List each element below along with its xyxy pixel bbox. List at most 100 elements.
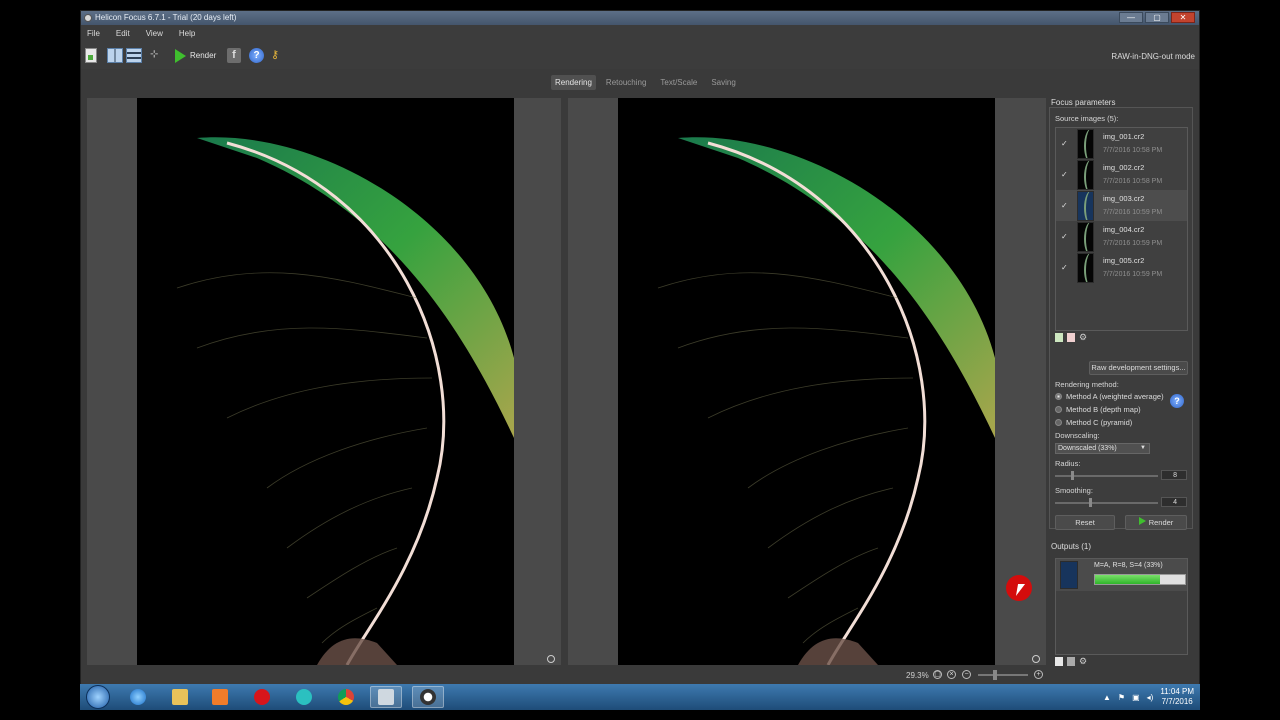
list-item-selected[interactable]: ✓ img_003.cr2 7/7/2016 10:59 PM bbox=[1056, 190, 1187, 221]
checkbox[interactable]: ✓ bbox=[1061, 233, 1068, 241]
rendering-method-label: Rendering method: bbox=[1055, 380, 1119, 389]
downscaling-dropdown[interactable]: Downscaled (33%) ▼ bbox=[1055, 443, 1150, 454]
result-preview-pane[interactable] bbox=[568, 98, 1046, 665]
method-b-radio[interactable]: Method B (depth map) bbox=[1055, 405, 1141, 414]
taskbar-media[interactable] bbox=[204, 686, 236, 708]
source-preview-pane[interactable] bbox=[87, 98, 561, 665]
chrome-icon bbox=[338, 689, 354, 705]
outputs-title: Outputs (1) bbox=[1051, 542, 1092, 551]
method-a-radio[interactable]: Method A (weighted average) bbox=[1055, 392, 1164, 401]
menu-bar: File Edit View Help bbox=[81, 25, 1199, 43]
key-icon[interactable]: ⚷ bbox=[271, 48, 283, 63]
split-view-icon[interactable] bbox=[107, 48, 123, 63]
taskbar-opera[interactable] bbox=[246, 686, 278, 708]
checkbox[interactable]: ✓ bbox=[1061, 171, 1068, 179]
window-title: Helicon Focus 6.7.1 - Trial (20 days lef… bbox=[95, 13, 237, 22]
render-button[interactable]: Render bbox=[1125, 515, 1187, 530]
volume-icon[interactable]: ◂) bbox=[1147, 693, 1154, 702]
thumbnail bbox=[1077, 253, 1094, 283]
facebook-icon[interactable]: f bbox=[227, 48, 241, 63]
tab-saving[interactable]: Saving bbox=[707, 75, 739, 90]
file-date: 7/7/2016 10:58 PM bbox=[1103, 178, 1163, 185]
zoom-out-icon[interactable]: − bbox=[962, 670, 971, 679]
list-item[interactable]: ✓ img_005.cr2 7/7/2016 10:59 PM bbox=[1056, 252, 1187, 283]
tab-retouching[interactable]: Retouching bbox=[602, 75, 650, 90]
tab-text-scale[interactable]: Text/Scale bbox=[656, 75, 701, 90]
tab-rendering[interactable]: Rendering bbox=[551, 75, 596, 90]
window-controls: — ▢ ✕ bbox=[1119, 12, 1195, 23]
flag-icon[interactable]: ⚑ bbox=[1118, 693, 1125, 702]
thumbnail bbox=[1077, 129, 1094, 159]
source-images-list[interactable]: ✓ img_001.cr2 7/7/2016 10:58 PM ✓ img_00… bbox=[1055, 127, 1188, 331]
reset-button[interactable]: Reset bbox=[1055, 515, 1115, 530]
radius-slider[interactable] bbox=[1055, 471, 1158, 480]
zoom-slider[interactable] bbox=[978, 670, 1028, 680]
stack-view-icon[interactable] bbox=[126, 48, 142, 63]
new-document-icon[interactable] bbox=[85, 48, 97, 63]
checkbox[interactable]: ✓ bbox=[1061, 202, 1068, 210]
render-toolbar-button[interactable]: Render bbox=[175, 48, 221, 63]
zoom-actual-icon[interactable]: × bbox=[947, 670, 956, 679]
minimize-button[interactable]: — bbox=[1119, 12, 1143, 23]
raw-development-settings-button[interactable]: Raw development settings... bbox=[1089, 361, 1188, 375]
gear-icon[interactable]: ⚙ bbox=[1079, 333, 1087, 342]
menu-file[interactable]: File bbox=[87, 25, 100, 43]
save-output-icon[interactable] bbox=[1055, 657, 1063, 666]
taskbar-ie[interactable] bbox=[122, 686, 154, 708]
spin-value: 4 bbox=[1173, 499, 1177, 506]
folder-icon bbox=[172, 689, 188, 705]
output-item[interactable]: M=A, R=8, S=4 (33%) bbox=[1056, 559, 1187, 591]
focus-parameters-title: Focus parameters bbox=[1051, 98, 1116, 107]
network-icon[interactable]: ▣ bbox=[1132, 693, 1140, 702]
downscaling-label: Downscaling: bbox=[1055, 431, 1100, 440]
list-item[interactable]: ✓ img_002.cr2 7/7/2016 10:58 PM bbox=[1056, 159, 1187, 190]
close-button[interactable]: ✕ bbox=[1171, 12, 1195, 23]
remove-images-icon[interactable] bbox=[1067, 333, 1075, 342]
mode-icon[interactable]: ⊹ bbox=[150, 48, 164, 63]
focus-parameters-panel: Focus parameters Source images (5): ✓ im… bbox=[1049, 97, 1193, 667]
gear-icon[interactable]: ⚙ bbox=[1079, 657, 1087, 666]
app-icon bbox=[84, 14, 92, 22]
slider-handle[interactable] bbox=[1071, 471, 1074, 480]
clock[interactable]: 11:04 PM 7/7/2016 bbox=[1160, 687, 1194, 707]
add-images-icon[interactable] bbox=[1055, 333, 1063, 342]
checkbox[interactable]: ✓ bbox=[1061, 140, 1068, 148]
outputs-list[interactable]: M=A, R=8, S=4 (33%) bbox=[1055, 558, 1188, 655]
taskbar-chrome[interactable] bbox=[330, 686, 362, 708]
list-item[interactable]: ✓ img_004.cr2 7/7/2016 10:59 PM bbox=[1056, 221, 1187, 252]
taskbar-screen-recorder[interactable] bbox=[370, 686, 402, 708]
render-button-label: Render bbox=[1148, 518, 1174, 527]
zoom-fit-icon[interactable]: ▢ bbox=[933, 670, 942, 679]
method-c-radio[interactable]: Method C (pyramid) bbox=[1055, 418, 1132, 427]
tray-expand-icon[interactable]: ▲ bbox=[1103, 693, 1111, 702]
taskbar-helicon-focus[interactable] bbox=[412, 686, 444, 708]
app-window: Helicon Focus 6.7.1 - Trial (20 days lef… bbox=[80, 10, 1200, 686]
mode-tabs: Rendering Retouching Text/Scale Saving bbox=[551, 75, 740, 90]
delete-output-icon[interactable] bbox=[1067, 657, 1075, 666]
zoom-icon[interactable] bbox=[547, 655, 555, 663]
menu-view[interactable]: View bbox=[146, 25, 163, 43]
help-icon[interactable]: ? bbox=[1170, 394, 1184, 408]
list-item[interactable]: ✓ img_001.cr2 7/7/2016 10:58 PM bbox=[1056, 128, 1187, 159]
menu-help[interactable]: Help bbox=[179, 25, 195, 43]
slider-handle[interactable] bbox=[1089, 498, 1092, 507]
help-icon[interactable]: ? bbox=[249, 48, 264, 63]
file-name: img_002.cr2 bbox=[1103, 163, 1145, 172]
title-bar[interactable]: Helicon Focus 6.7.1 - Trial (20 days lef… bbox=[81, 11, 1199, 25]
zoom-icon[interactable] bbox=[1032, 655, 1040, 663]
start-button[interactable] bbox=[86, 685, 110, 709]
radius-spinbox[interactable]: 8 bbox=[1161, 470, 1187, 480]
smoothing-slider[interactable] bbox=[1055, 498, 1158, 507]
file-date: 7/7/2016 10:59 PM bbox=[1103, 271, 1163, 278]
progress-fill bbox=[1095, 575, 1160, 584]
taskbar-explorer[interactable] bbox=[164, 686, 196, 708]
zoom-in-icon[interactable]: + bbox=[1034, 670, 1043, 679]
menu-edit[interactable]: Edit bbox=[116, 25, 130, 43]
file-date: 7/7/2016 10:59 PM bbox=[1103, 240, 1163, 247]
checkbox[interactable]: ✓ bbox=[1061, 264, 1068, 272]
maximize-button[interactable]: ▢ bbox=[1145, 12, 1169, 23]
smoothing-spinbox[interactable]: 4 bbox=[1161, 497, 1187, 507]
raw-mode-label: RAW-in-DNG-out mode bbox=[1111, 52, 1195, 61]
clock-date: 7/7/2016 bbox=[1161, 697, 1193, 706]
taskbar-headset[interactable] bbox=[288, 686, 320, 708]
